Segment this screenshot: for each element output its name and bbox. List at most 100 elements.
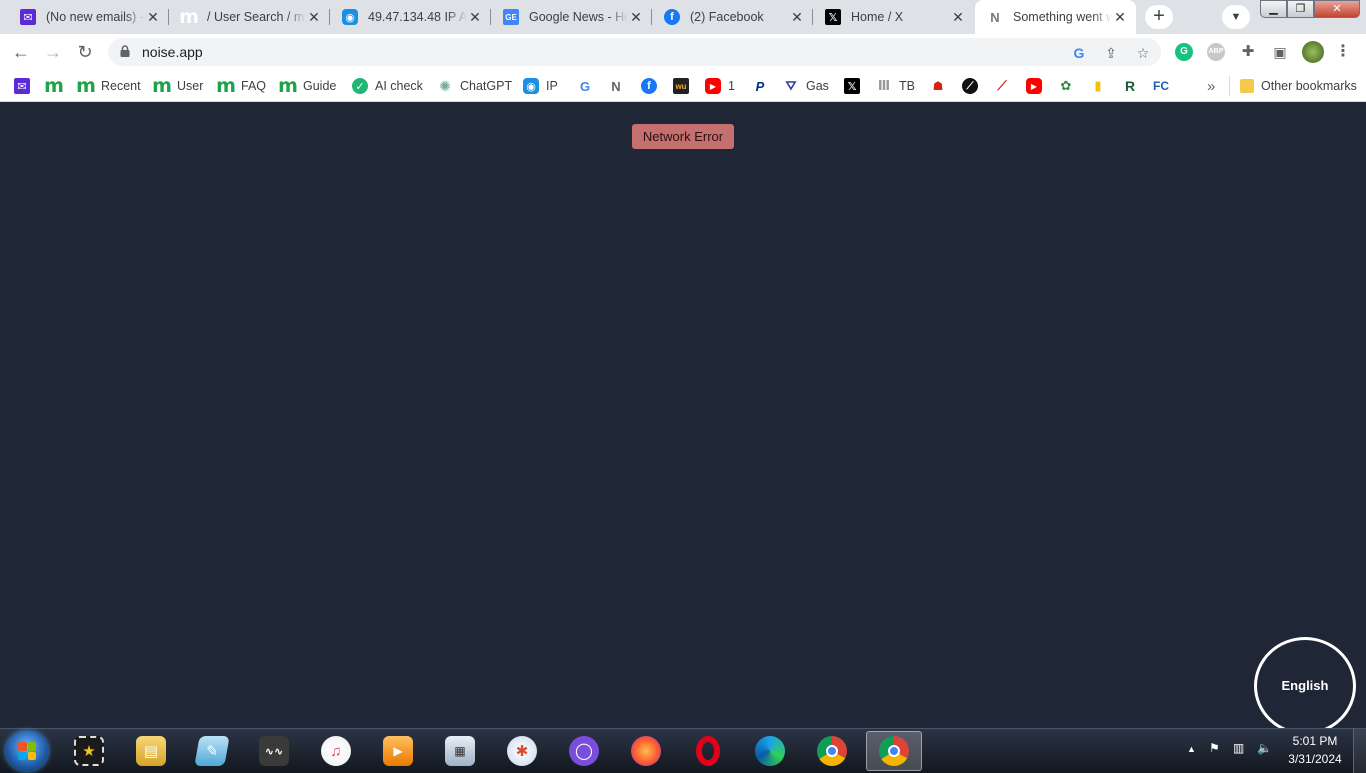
bookmark-bars[interactable]: ▮	[1090, 76, 1106, 96]
bookmark-x[interactable]: 𝕏	[844, 76, 860, 96]
bookmark-label: IP	[546, 79, 558, 93]
volume-icon[interactable]: 🔈	[1257, 741, 1272, 755]
tab-ip-address[interactable]: ◉ 49.47.134.48 IP Ad ✕	[330, 0, 491, 34]
more-bookmarks-button[interactable]: »	[1207, 76, 1215, 96]
bookmark-user[interactable]: m User	[152, 75, 203, 97]
close-tab-icon[interactable]: ✕	[628, 9, 644, 25]
tab-x-home[interactable]: 𝕏 Home / X ✕	[813, 0, 974, 34]
grammarly-icon[interactable]: G	[1175, 43, 1193, 61]
bookmark-label: Other bookmarks	[1261, 79, 1357, 93]
share-icon[interactable]: ⇪	[1102, 44, 1120, 62]
bookmark-youtube-1[interactable]: ▶ 1	[705, 76, 735, 96]
forward-button[interactable]: →	[41, 40, 65, 64]
language-button[interactable]: English	[1254, 637, 1356, 735]
tab-facebook[interactable]: f (2) Facebook ✕	[652, 0, 813, 34]
show-hidden-icons-icon[interactable]: ▲	[1187, 744, 1196, 754]
tab-google-news[interactable]: GE Google News - He ✕	[491, 0, 652, 34]
taskbar-audio-editor[interactable]: ∿∿	[246, 731, 302, 771]
noise-logo-icon: N	[611, 78, 621, 94]
google-lens-icon[interactable]: G	[1070, 44, 1088, 62]
taskbar-explorer[interactable]: ▤	[123, 731, 179, 771]
extensions-icon[interactable]: ✚	[1239, 43, 1257, 61]
notepad-icon: ✎	[194, 736, 230, 766]
m-logo-icon: m	[152, 75, 172, 97]
adblock-icon[interactable]: ABP	[1207, 43, 1225, 61]
menu-kebab-icon[interactable]: ⋮	[1334, 43, 1352, 61]
close-tab-icon[interactable]: ✕	[789, 9, 805, 25]
close-tab-icon[interactable]: ✕	[145, 9, 161, 25]
mail-icon: ✉	[14, 78, 30, 94]
taskbar-notes[interactable]: ✎	[184, 731, 240, 771]
taskbar-edge[interactable]	[742, 731, 798, 771]
close-tab-icon[interactable]: ✕	[1112, 9, 1128, 25]
taskbar-calculator[interactable]: ▦	[432, 731, 488, 771]
taskbar-chrome-active[interactable]	[866, 731, 922, 771]
bookmark-compass[interactable]: ⟋	[962, 76, 978, 96]
youtube-icon: ▶	[1026, 78, 1042, 94]
new-tab-button[interactable]: +	[1145, 5, 1173, 29]
start-button[interactable]	[6, 731, 48, 771]
network-icon[interactable]: ▥	[1233, 741, 1244, 755]
bookmark-google[interactable]: G	[577, 76, 593, 96]
bookmark-wu[interactable]: wu	[673, 76, 689, 96]
bookmark-fc[interactable]: FC	[1153, 76, 1169, 96]
bookmark-label: Recent	[101, 79, 141, 93]
bookmark-star-icon[interactable]: ☆	[1134, 44, 1152, 62]
taskbar-video-player[interactable]: ▶	[370, 731, 426, 771]
statefarm-icon: ☗	[932, 79, 944, 93]
bookmark-gas[interactable]: ⛛ Gas	[783, 76, 829, 96]
reload-button[interactable]: ↻	[73, 40, 97, 64]
taskbar-itunes[interactable]: ♫	[308, 731, 364, 771]
profile-avatar[interactable]	[1302, 41, 1324, 63]
bookmark-paypal[interactable]: P	[752, 76, 768, 96]
taskbar-clock[interactable]: 5:01 PM 3/31/2024	[1280, 732, 1350, 768]
page-content: Network Error English	[0, 103, 1366, 735]
bookmark-m[interactable]: m	[44, 75, 64, 97]
taskbar-chrome[interactable]	[804, 731, 860, 771]
minimize-button[interactable]: ▁	[1260, 0, 1287, 18]
bookmark-r[interactable]: R	[1122, 76, 1135, 96]
bookmark-leaf[interactable]: ✿	[1058, 76, 1074, 96]
bookmark-tb[interactable]: Ⅲ TB	[876, 76, 915, 96]
action-center-flag-icon[interactable]: ⚑	[1209, 741, 1220, 755]
bookmark-facebook[interactable]: f	[641, 76, 657, 96]
bookmark-recent[interactable]: m Recent	[76, 75, 141, 97]
bookmark-faq[interactable]: m FAQ	[216, 75, 266, 97]
bookmark-noise[interactable]: N	[608, 76, 624, 96]
bookmark-ai-check[interactable]: ✓ AI check	[352, 76, 423, 96]
bookmark-statefarm[interactable]: ☗	[930, 76, 946, 96]
tab-search-button[interactable]: ▼	[1222, 5, 1250, 29]
bookmark-swoosh[interactable]: ⟋	[994, 76, 1010, 96]
close-tab-icon[interactable]: ✕	[306, 9, 322, 25]
taskbar-circle-app[interactable]: ◯	[556, 731, 612, 771]
back-button[interactable]: ←	[9, 40, 33, 64]
gas-icon: ⛛	[785, 78, 797, 93]
tab-mail[interactable]: ✉ (No new emails) - ✕	[8, 0, 169, 34]
other-bookmarks-folder[interactable]: Other bookmarks	[1229, 76, 1357, 96]
close-tab-icon[interactable]: ✕	[467, 9, 483, 25]
show-desktop-button[interactable]	[1353, 729, 1366, 773]
taskbar-opera[interactable]	[680, 731, 736, 771]
browser-toolbar: ← → ↻ noise.app G ⇪ ☆ G ABP ✚ ▣ ⋮	[0, 34, 1366, 70]
folder-icon: ▤	[136, 736, 166, 766]
tab-noise-app[interactable]: N Something went w ✕	[975, 0, 1136, 34]
tab-user-search[interactable]: m / User Search / my ✕	[169, 0, 330, 34]
opera-icon	[696, 736, 720, 766]
bookmark-ip[interactable]: ◉ IP	[523, 76, 558, 96]
google-icon: G	[579, 78, 591, 94]
restore-button[interactable]: ❐	[1287, 0, 1314, 18]
network-error-toast: Network Error	[632, 124, 734, 149]
bookmark-guide[interactable]: m Guide	[278, 75, 336, 97]
taskbar-movie-app[interactable]: ★	[61, 731, 117, 771]
taskbar-paint[interactable]: ✱	[494, 731, 550, 771]
bookmark-youtube[interactable]: ▶	[1026, 76, 1042, 96]
compass-icon: ⟋	[962, 78, 978, 94]
bookmark-mail[interactable]: ✉	[14, 76, 30, 96]
close-window-button[interactable]: ✕	[1314, 0, 1360, 18]
taskbar-firefox[interactable]	[618, 731, 674, 771]
address-bar[interactable]: noise.app G ⇪ ☆	[108, 38, 1161, 66]
close-tab-icon[interactable]: ✕	[950, 9, 966, 25]
ring-icon: ◯	[569, 736, 599, 766]
side-panel-icon[interactable]: ▣	[1271, 43, 1289, 61]
bookmark-chatgpt[interactable]: ✺ ChatGPT	[437, 76, 512, 96]
